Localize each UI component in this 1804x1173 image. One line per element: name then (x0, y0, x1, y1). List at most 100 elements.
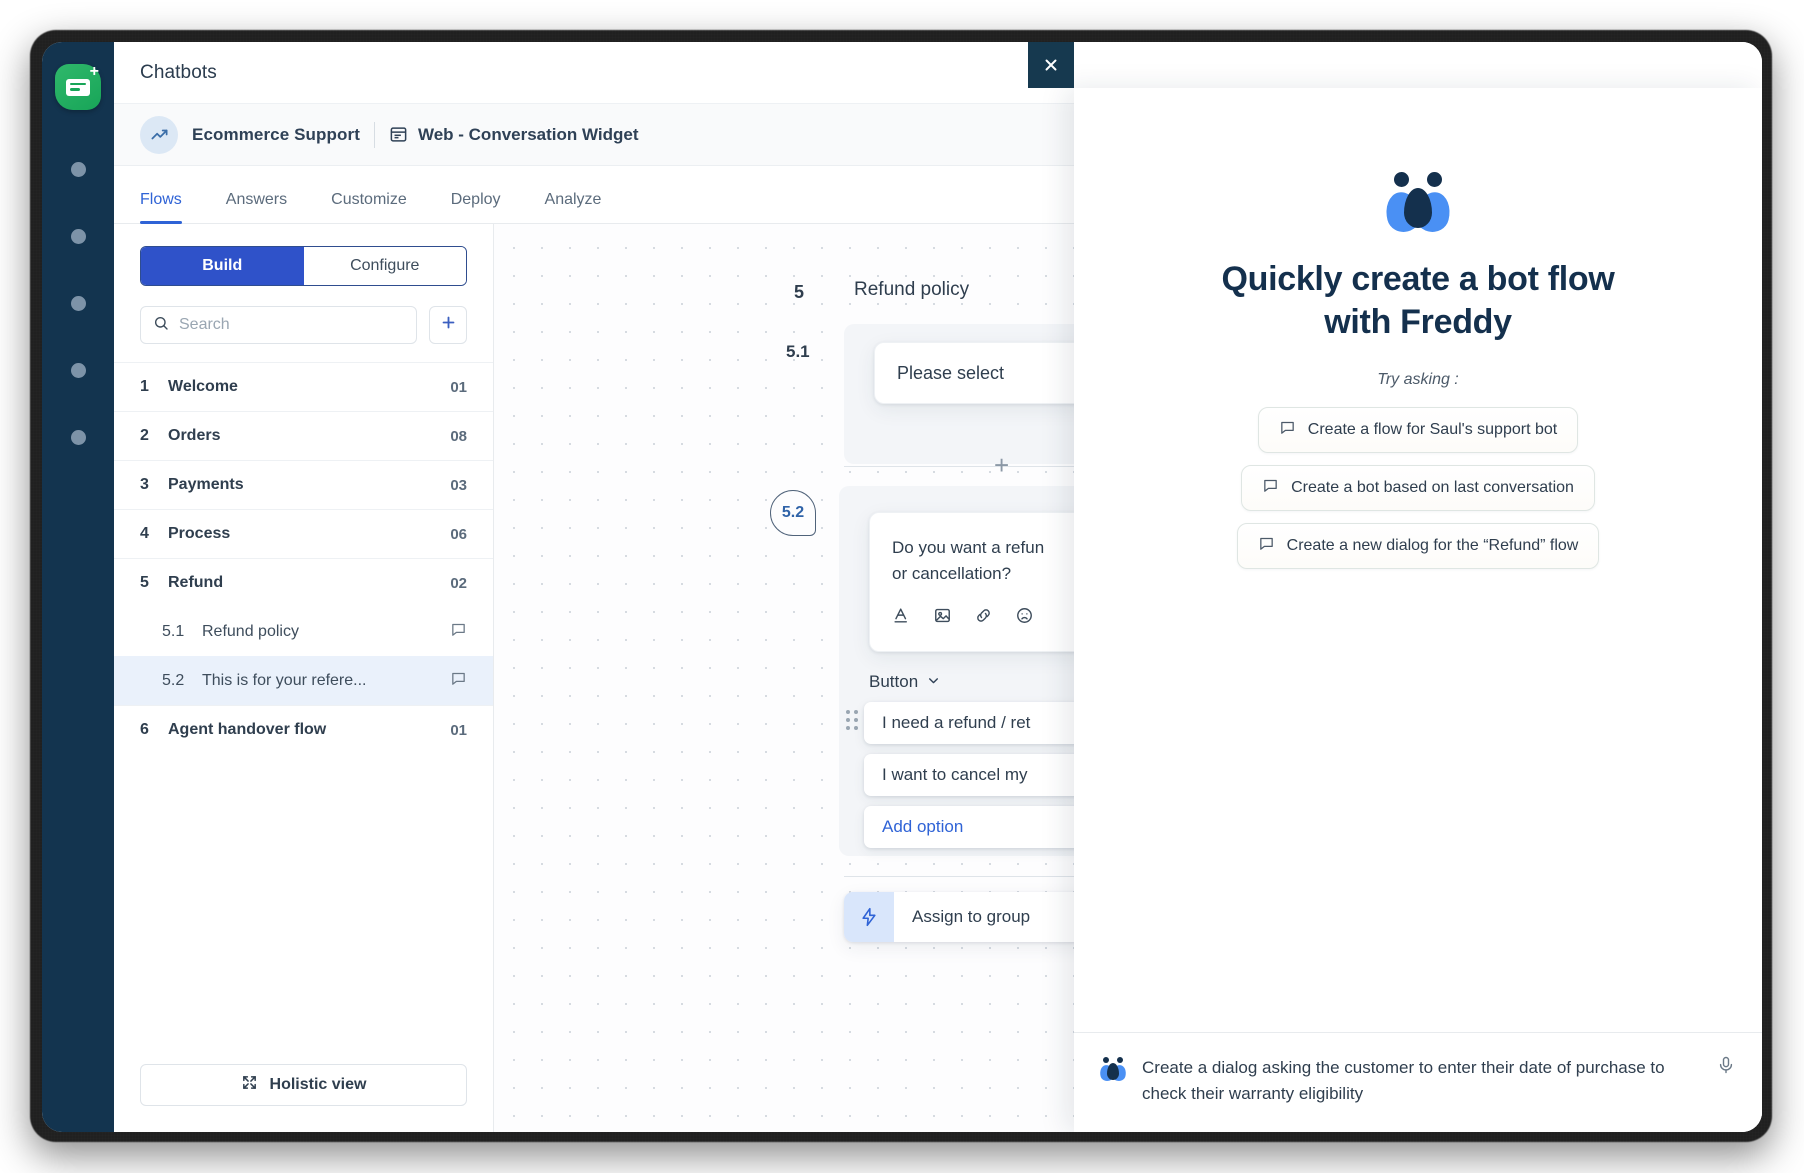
holistic-view-label: Holistic view (269, 1076, 367, 1093)
flow-name: Orders (168, 427, 221, 444)
tab-answers[interactable]: Answers (204, 191, 309, 223)
suggestion-chip-2-label: Create a bot based on last conversation (1291, 479, 1574, 496)
flow-row-welcome[interactable]: 1 Welcome 01 (114, 362, 493, 411)
flow-count: 02 (450, 574, 467, 592)
chat-bubble-icon (1262, 477, 1279, 499)
flow-index: 5.1 (162, 622, 185, 640)
flow-row-refund-policy[interactable]: 5.1 Refund policy (114, 607, 493, 656)
image-icon[interactable] (933, 606, 952, 630)
tab-customize[interactable]: Customize (309, 191, 429, 223)
rail-nav-dot-3[interactable] (70, 296, 86, 311)
freddy-assistant-panel: Quickly create a bot flow with Freddy Tr… (1074, 88, 1762, 1132)
flow-index: 1 (140, 378, 149, 395)
flow-row-reference[interactable]: 5.2 This is for your refere... (114, 656, 493, 705)
flow-row-refund[interactable]: 5 Refund 02 (114, 558, 493, 607)
flow-count: 06 (450, 525, 467, 543)
bot-avatar-icon (140, 115, 178, 154)
emoji-icon[interactable] (1015, 606, 1034, 630)
message-line-2: or cancellation? (892, 564, 1012, 584)
microphone-icon[interactable] (1716, 1055, 1736, 1080)
flow-index: 3 (140, 476, 149, 493)
button-group-label: Button (869, 672, 919, 691)
rail-nav-dot-4[interactable] (70, 363, 86, 378)
flow-row-agent-handover[interactable]: 6 Agent handover flow 01 (114, 705, 493, 754)
app-window: + Chatbots Ecommerce Support Web - Conve… (42, 42, 1762, 1132)
holistic-view-button[interactable]: Holistic view (140, 1064, 467, 1106)
rail-nav-dot-5[interactable] (70, 430, 86, 445)
search-row (140, 306, 467, 344)
search-icon (153, 315, 169, 336)
rail-nav-dot-2[interactable] (70, 229, 86, 244)
freshworks-logo-icon[interactable]: + (55, 64, 101, 110)
flow-name: Refund policy (202, 622, 299, 640)
flow-name: Refund (168, 574, 224, 591)
add-flow-button[interactable] (429, 306, 467, 344)
close-panel-button[interactable] (1028, 42, 1074, 88)
channel-item[interactable]: Web - Conversation Widget (389, 125, 639, 145)
flow-count: 03 (450, 476, 467, 494)
segment-configure[interactable]: Configure (303, 247, 466, 285)
holistic-view-wrap: Holistic view (114, 1064, 493, 1132)
flow-index: 5 (140, 574, 149, 591)
suggestion-chip-1[interactable]: Create a flow for Saul's support bot (1257, 407, 1579, 453)
add-node-icon[interactable]: + (994, 452, 1009, 478)
flow-row-process[interactable]: 4 Process 06 (114, 509, 493, 558)
try-asking-label: Try asking : (1377, 371, 1459, 388)
flow-index: 2 (140, 427, 149, 444)
text-format-icon[interactable] (892, 606, 911, 630)
bot-name[interactable]: Ecommerce Support (192, 125, 360, 145)
node-badge-5-2: 5.2 (770, 490, 816, 536)
widget-icon (389, 125, 408, 144)
flow-row-orders[interactable]: 2 Orders 08 (114, 411, 493, 460)
channel-label: Web - Conversation Widget (417, 124, 639, 144)
app-content: Chatbots Ecommerce Support Web - Convers… (114, 42, 1762, 1132)
freddy-prompt-text[interactable]: Create a dialog asking the customer to e… (1142, 1055, 1700, 1106)
option-drag-handle[interactable] (846, 710, 858, 730)
breadcrumb-divider (373, 121, 375, 148)
freddy-prompt-bar[interactable]: Create a dialog asking the customer to e… (1074, 1032, 1762, 1132)
tab-deploy[interactable]: Deploy (429, 191, 523, 223)
suggestion-chips: Create a flow for Saul's support bot Cre… (1236, 407, 1600, 569)
search-box[interactable] (140, 306, 417, 344)
flow-index: 5.2 (162, 671, 185, 689)
flow-index: 4 (140, 525, 149, 542)
chat-bubble-icon (1258, 535, 1275, 557)
dialog-bubble-icon (450, 670, 467, 692)
suggestion-chip-3[interactable]: Create a new dialog for the “Refund” flo… (1236, 523, 1600, 569)
rail-nav-dots (70, 162, 86, 445)
segment-build[interactable]: Build (141, 247, 304, 285)
search-input[interactable] (179, 316, 404, 334)
flow-row-payments[interactable]: 3 Payments 03 (114, 460, 493, 509)
flow-name: Welcome (168, 378, 238, 395)
freddy-logo-icon (1381, 172, 1455, 236)
rail-nav-dot-1[interactable] (70, 162, 86, 177)
freddy-mini-logo-icon (1098, 1057, 1128, 1083)
expand-icon (241, 1074, 258, 1096)
lightning-icon (844, 892, 894, 942)
tab-flows[interactable]: Flows (140, 191, 204, 224)
tab-analyze[interactable]: Analyze (523, 191, 624, 223)
suggestion-chip-1-label: Create a flow for Saul's support bot (1307, 421, 1558, 438)
suggestion-chip-3-label: Create a new dialog for the “Refund” flo… (1286, 537, 1579, 554)
flow-count: 01 (450, 721, 467, 739)
flow-list: 1 Welcome 01 2 Orders 08 3 Payments 03 4… (114, 362, 493, 1064)
freddy-body: Quickly create a bot flow with Freddy Tr… (1074, 88, 1762, 1032)
flow-name: Agent handover flow (168, 721, 327, 738)
chat-bubble-icon (1279, 419, 1296, 441)
chevron-down-icon (927, 672, 940, 692)
build-configure-toggle: Build Configure (140, 246, 467, 286)
button-group-selector[interactable]: Button (869, 672, 940, 692)
link-icon[interactable] (974, 606, 993, 630)
flow-list-pane: Build Configure Search 1 Welcome 01 2 Or… (114, 224, 494, 1132)
flow-count: 08 (450, 427, 467, 445)
suggestion-chip-2[interactable]: Create a bot based on last conversation (1241, 465, 1595, 511)
freddy-title: Quickly create a bot flow with Freddy (1221, 260, 1615, 341)
close-icon (1045, 59, 1057, 71)
flow-index: 6 (140, 721, 149, 738)
assign-to-group-label: Assign to group (912, 907, 1031, 926)
node-badge-5: 5 (794, 282, 805, 302)
flow-name: Payments (168, 476, 244, 493)
flow-name: Process (168, 525, 231, 542)
message-line-1: Do you want a refun (892, 538, 1045, 557)
node-5-1-text: Please select (897, 362, 1005, 383)
